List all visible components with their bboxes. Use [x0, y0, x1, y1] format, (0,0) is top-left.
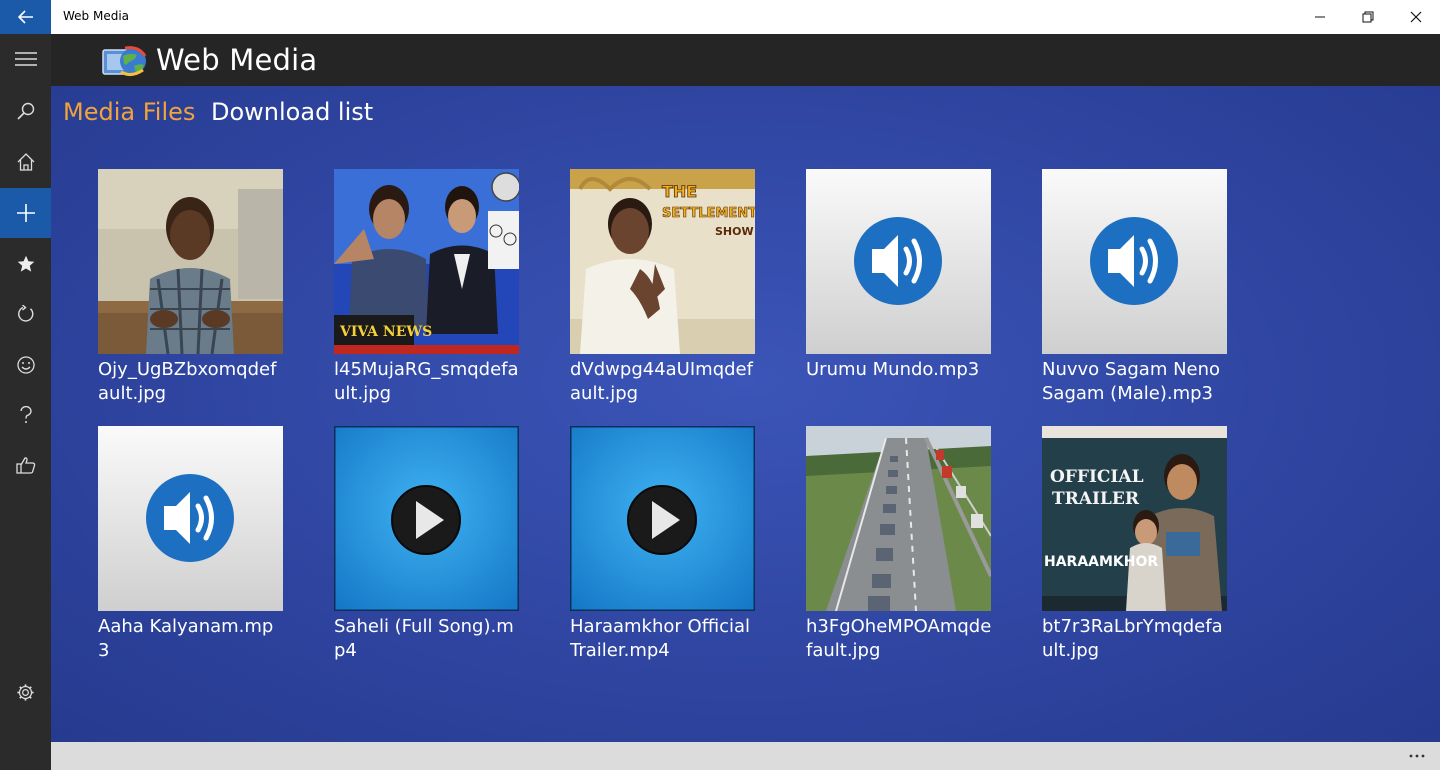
- back-button[interactable]: [0, 0, 51, 34]
- refresh-icon: [17, 305, 33, 322]
- settlement-label-the: THE: [662, 182, 697, 201]
- minimize-button[interactable]: [1296, 0, 1344, 34]
- search-icon: [16, 102, 34, 120]
- app-header: Web Media: [51, 34, 1440, 86]
- restore-icon: [1362, 11, 1374, 23]
- media-tile[interactable]: Nuvvo Sagam Neno Sagam (Male).mp3: [1042, 169, 1228, 404]
- media-file-name: Haraamkhor Official Trailer.mp4: [570, 616, 751, 661]
- close-button[interactable]: [1392, 0, 1440, 34]
- media-thumbnail: THE SETTLEMENT SHOW: [570, 169, 755, 354]
- audio-file-icon: [98, 426, 283, 611]
- media-tile[interactable]: OFFICIAL TRAILER HARAAMKHOR bt7r3RaLbrYm…: [1042, 426, 1228, 661]
- media-file-name: Urumu Mundo.mp3: [806, 359, 980, 380]
- media-tile[interactable]: Ojy_UgBZbxomqdefault.jpg: [98, 169, 284, 404]
- photo-thumbnail-icon: OFFICIAL TRAILER HARAAMKHOR: [1042, 426, 1227, 611]
- media-thumbnail: [806, 426, 991, 611]
- trailer-label: TRAILER: [1052, 489, 1140, 509]
- gear-icon: [17, 683, 34, 701]
- nav-menu-button[interactable]: [0, 34, 51, 84]
- media-tile[interactable]: THE SETTLEMENT SHOW dVdwpg44aUImqdefault…: [570, 169, 756, 404]
- help-icon: [19, 406, 32, 423]
- media-file-name: h3FgOheMPOAmqdefault.jpg: [806, 616, 992, 661]
- nav-add-button[interactable]: [0, 188, 51, 238]
- nav-settings-button[interactable]: [0, 667, 51, 717]
- media-thumbnail: OFFICIAL TRAILER HARAAMKHOR: [1042, 426, 1227, 611]
- tab-media-files[interactable]: Media Files: [63, 98, 195, 126]
- media-thumbnail: VIVA NEWS: [334, 169, 519, 354]
- app-title: Web Media: [156, 43, 318, 77]
- video-file-icon: [334, 426, 519, 611]
- home-icon: [17, 153, 34, 171]
- more-dots-icon: [1409, 754, 1425, 758]
- media-thumbnail: [806, 169, 991, 354]
- window-title: Web Media: [63, 9, 130, 23]
- media-thumbnail: [1042, 169, 1227, 354]
- close-icon: [1410, 11, 1422, 23]
- nav-refresh-button[interactable]: [0, 289, 51, 339]
- media-thumbnail: [334, 426, 519, 611]
- nav-help-button[interactable]: [0, 390, 51, 440]
- bottom-app-bar: [51, 742, 1440, 770]
- media-thumbnail: [98, 426, 283, 611]
- media-thumbnail: [98, 169, 283, 354]
- media-file-name: Ojy_UgBZbxomqdefault.jpg: [98, 359, 277, 404]
- more-options-button[interactable]: [1408, 744, 1426, 763]
- media-file-name: l45MujaRG_smqdefault.jpg: [334, 359, 519, 404]
- media-file-name: Saheli (Full Song).mp4: [334, 616, 514, 661]
- left-nav: [0, 34, 51, 770]
- photo-thumbnail-icon: VIVA NEWS: [334, 169, 519, 354]
- nav-home-button[interactable]: [0, 137, 51, 187]
- media-tile[interactable]: h3FgOheMPOAmqdefault.jpg: [806, 426, 992, 661]
- nav-favorites-button[interactable]: [0, 239, 51, 289]
- menu-icon: [14, 52, 37, 66]
- media-file-name: dVdwpg44aUImqdefault.jpg: [570, 359, 753, 404]
- audio-file-icon: [1042, 169, 1227, 354]
- nav-feedback-button[interactable]: [0, 340, 51, 390]
- media-tile[interactable]: Urumu Mundo.mp3: [806, 169, 992, 404]
- settlement-label-show: SHOW: [715, 225, 754, 238]
- audio-file-icon: [806, 169, 991, 354]
- media-tile[interactable]: VIVA NEWS l45MujaRG_smqdefault.jpg: [334, 169, 520, 404]
- media-tile[interactable]: Aaha Kalyanam.mp3: [98, 426, 284, 661]
- tab-download-list[interactable]: Download list: [211, 98, 373, 126]
- media-file-name: Aaha Kalyanam.mp3: [98, 616, 274, 661]
- media-file-name: Nuvvo Sagam Neno Sagam (Male).mp3: [1042, 359, 1221, 404]
- video-file-icon: [570, 426, 755, 611]
- smiley-icon: [16, 356, 35, 374]
- main-content: Media Files Download list Ojy_UgBZbxomqd…: [51, 86, 1440, 742]
- thumbs-up-icon: [15, 457, 35, 474]
- nav-search-button[interactable]: [0, 86, 51, 136]
- media-tile[interactable]: Haraamkhor Official Trailer.mp4: [570, 426, 756, 661]
- title-bar: Web Media: [0, 0, 1440, 34]
- minimize-icon: [1315, 16, 1325, 18]
- back-arrow-icon: [17, 10, 33, 24]
- official-label: OFFICIAL: [1050, 467, 1144, 487]
- viva-news-label: VIVA NEWS: [339, 324, 432, 340]
- photo-thumbnail-icon: [806, 426, 991, 611]
- media-tile[interactable]: Saheli (Full Song).mp4: [334, 426, 520, 661]
- photo-thumbnail-icon: [98, 169, 283, 354]
- restore-button[interactable]: [1344, 0, 1392, 34]
- app-logo-icon: [102, 46, 147, 77]
- media-file-name: bt7r3RaLbrYmqdefault.jpg: [1042, 616, 1223, 661]
- media-thumbnail: [570, 426, 755, 611]
- settlement-label-main: SETTLEMENT: [662, 206, 755, 221]
- star-icon: [17, 255, 34, 272]
- haraamkhor-label: HARAAMKHOR: [1044, 554, 1158, 570]
- add-icon: [16, 204, 35, 222]
- nav-rate-button[interactable]: [0, 440, 51, 490]
- photo-thumbnail-icon: THE SETTLEMENT SHOW: [570, 169, 755, 354]
